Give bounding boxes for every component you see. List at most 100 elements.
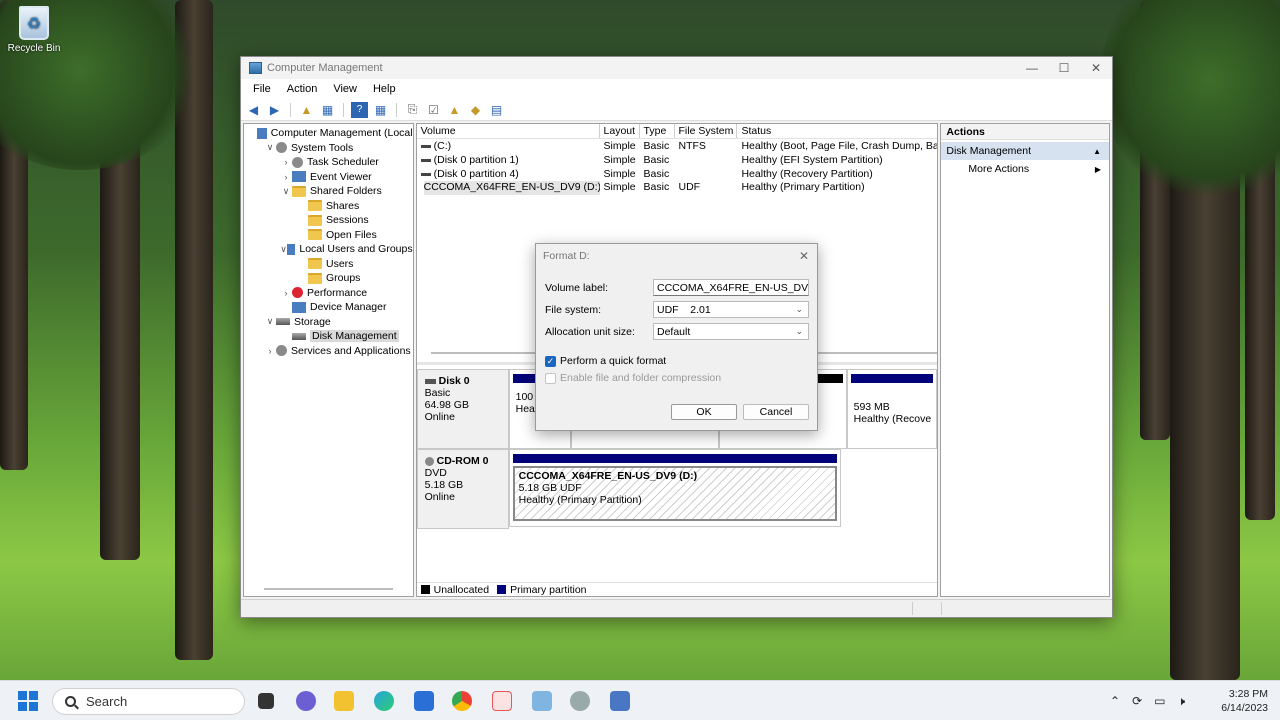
- help-icon[interactable]: ?: [351, 101, 368, 118]
- tree-item-label: Shares: [326, 199, 360, 212]
- chevron-right-icon[interactable]: ›: [280, 157, 292, 167]
- disk-0-size: 64.98 GB: [424, 399, 469, 411]
- format-dialog-titlebar[interactable]: Format D: ✕: [536, 244, 817, 268]
- system-tray: ⌃ ⟳ ▭ 🕨: [1110, 681, 1185, 720]
- collapse-up-icon[interactable]: ▲: [1093, 147, 1101, 156]
- network-icon[interactable]: ▭: [1154, 694, 1165, 708]
- network-app-icon[interactable]: [610, 691, 630, 711]
- up-folder-icon[interactable]: ▲: [298, 102, 315, 118]
- close-button[interactable]: ✕: [1080, 57, 1112, 79]
- computer-management-taskbar-icon[interactable]: [532, 691, 552, 711]
- chat-icon[interactable]: [296, 691, 316, 711]
- menu-view[interactable]: View: [325, 83, 365, 95]
- new-folder-icon[interactable]: ▲: [446, 102, 463, 118]
- ok-button[interactable]: OK: [671, 404, 737, 420]
- tree-item-label: Disk Management: [310, 330, 399, 343]
- edge-icon[interactable]: [374, 691, 394, 711]
- check-icon[interactable]: ☑: [425, 102, 442, 118]
- list-view-icon[interactable]: ▤: [488, 102, 505, 118]
- more-actions-label: More Actions: [968, 163, 1030, 175]
- tree-item[interactable]: Sessions: [244, 213, 413, 228]
- taskbar-clock[interactable]: 3:28 PM 6/14/2023: [1221, 687, 1268, 715]
- properties-folder-icon[interactable]: ◆: [467, 102, 484, 118]
- maximize-button[interactable]: ☐: [1048, 57, 1080, 79]
- tree-item[interactable]: ∨ Storage: [244, 315, 413, 330]
- volume-row[interactable]: (Disk 0 partition 4) Simple Basic Healthy (…: [417, 168, 938, 182]
- column-status[interactable]: Status: [737, 124, 937, 138]
- tree-item[interactable]: Shares: [244, 199, 413, 214]
- actions-disk-management[interactable]: Disk Management ▲: [941, 142, 1109, 160]
- recovery-size: 593 MB: [853, 401, 890, 413]
- more-actions-item[interactable]: More Actions ▶: [941, 160, 1109, 178]
- volume-row[interactable]: CCCOMA_X64FRE_EN-US_DV9 (D:) Simple Basic U…: [417, 181, 938, 196]
- forward-arrow-icon[interactable]: ▶: [266, 102, 283, 118]
- quick-format-checkbox[interactable]: ✓ Perform a quick format: [545, 355, 666, 367]
- file-system-select[interactable]: UDF 2.01 ⌄: [653, 301, 809, 318]
- tree-item[interactable]: › Event Viewer: [244, 170, 413, 185]
- column-layout[interactable]: Layout: [600, 124, 640, 138]
- column-type[interactable]: Type: [640, 124, 675, 138]
- chrome-icon[interactable]: [452, 691, 472, 711]
- store-icon[interactable]: [414, 691, 434, 711]
- tree-item[interactable]: Computer Management (Local: [244, 126, 413, 141]
- tree-item[interactable]: ∨ System Tools: [244, 141, 413, 156]
- settings-gear-icon[interactable]: [570, 691, 590, 711]
- tree-item[interactable]: Open Files: [244, 228, 413, 243]
- tree-item-label: Shared Folders: [310, 185, 382, 198]
- show-hide-action-pane-icon[interactable]: ▦: [372, 102, 389, 118]
- tree-scrollbar[interactable]: [264, 588, 393, 590]
- file-explorer-icon[interactable]: [334, 691, 354, 711]
- snipping-tool-icon[interactable]: [492, 691, 512, 711]
- chevron-down-icon[interactable]: ∨: [264, 142, 276, 153]
- chevron-right-icon[interactable]: ›: [264, 346, 276, 356]
- tree-item[interactable]: › Performance: [244, 286, 413, 301]
- search-icon: [65, 696, 76, 707]
- tree-item[interactable]: › Services and Applications: [244, 344, 413, 359]
- disk-0-partition-recovery[interactable]: 593 MB Healthy (Recove: [846, 369, 937, 449]
- menu-action[interactable]: Action: [279, 83, 326, 95]
- sync-icon[interactable]: ⟳: [1132, 694, 1142, 708]
- allocation-unit-select[interactable]: Default ⌄: [653, 323, 809, 340]
- cdrom-0-partition-d[interactable]: CCCOMA_X64FRE_EN-US_DV9 (D:) 5.18 GB UDF…: [508, 449, 841, 527]
- cdrom-0-state: Online: [424, 491, 455, 503]
- cancel-button[interactable]: Cancel: [743, 404, 809, 420]
- menu-file[interactable]: File: [245, 83, 279, 95]
- volume-name: (Disk 0 partition 1): [433, 153, 519, 166]
- tree-item[interactable]: Users: [244, 257, 413, 272]
- tree-item[interactable]: ∨ Shared Folders: [244, 184, 413, 199]
- chevron-down-icon[interactable]: ∨: [264, 316, 276, 327]
- windows-start-icon[interactable]: [18, 691, 38, 711]
- tree-item[interactable]: Groups: [244, 271, 413, 286]
- tree-item[interactable]: Disk Management: [244, 329, 413, 344]
- recycle-bin-icon[interactable]: Recycle Bin: [6, 6, 62, 54]
- folder-icon: [308, 272, 322, 284]
- task-view-icon[interactable]: [258, 693, 274, 709]
- back-arrow-icon[interactable]: ◀: [245, 102, 262, 118]
- chevron-down-icon[interactable]: ∨: [280, 244, 287, 255]
- volume-row[interactable]: (C:) Simple Basic NTFS Healthy (Boot, Page F…: [417, 140, 937, 154]
- compression-checkbox: Enable file and folder compression: [545, 372, 721, 384]
- column-file-system[interactable]: File System: [675, 124, 738, 138]
- cdrom-0-info[interactable]: CD-ROM 0 DVD 5.18 GB Online: [416, 449, 509, 529]
- taskbar-search[interactable]: Search: [52, 688, 245, 715]
- folder-icon: [308, 214, 322, 226]
- tree-item[interactable]: › Task Scheduler: [244, 155, 413, 170]
- connect-icon[interactable]: ⎘: [404, 102, 421, 118]
- volume-icon[interactable]: 🕨: [1177, 694, 1185, 709]
- tree-item[interactable]: Device Manager: [244, 300, 413, 315]
- disk-0-info[interactable]: Disk 0 Basic 64.98 GB Online: [416, 369, 509, 449]
- menu-help[interactable]: Help: [365, 83, 404, 95]
- column-volume[interactable]: Volume: [417, 124, 600, 138]
- gear-icon: [292, 156, 303, 168]
- tree-item[interactable]: ∨ Local Users and Groups: [244, 242, 412, 257]
- dialog-close-icon[interactable]: ✕: [791, 249, 817, 263]
- chevron-up-icon[interactable]: ⌃: [1110, 694, 1120, 708]
- chevron-right-icon[interactable]: ›: [280, 288, 292, 298]
- chevron-right-icon[interactable]: ›: [280, 172, 292, 182]
- minimize-button[interactable]: —: [1016, 57, 1048, 79]
- title-bar[interactable]: Computer Management — ☐ ✕: [241, 57, 1112, 79]
- chevron-down-icon[interactable]: ∨: [280, 186, 292, 197]
- show-hide-tree-icon[interactable]: ▦: [319, 102, 336, 118]
- volume-label-input[interactable]: [653, 279, 809, 296]
- volume-row[interactable]: (Disk 0 partition 1) Simple Basic Healthy (…: [417, 154, 938, 168]
